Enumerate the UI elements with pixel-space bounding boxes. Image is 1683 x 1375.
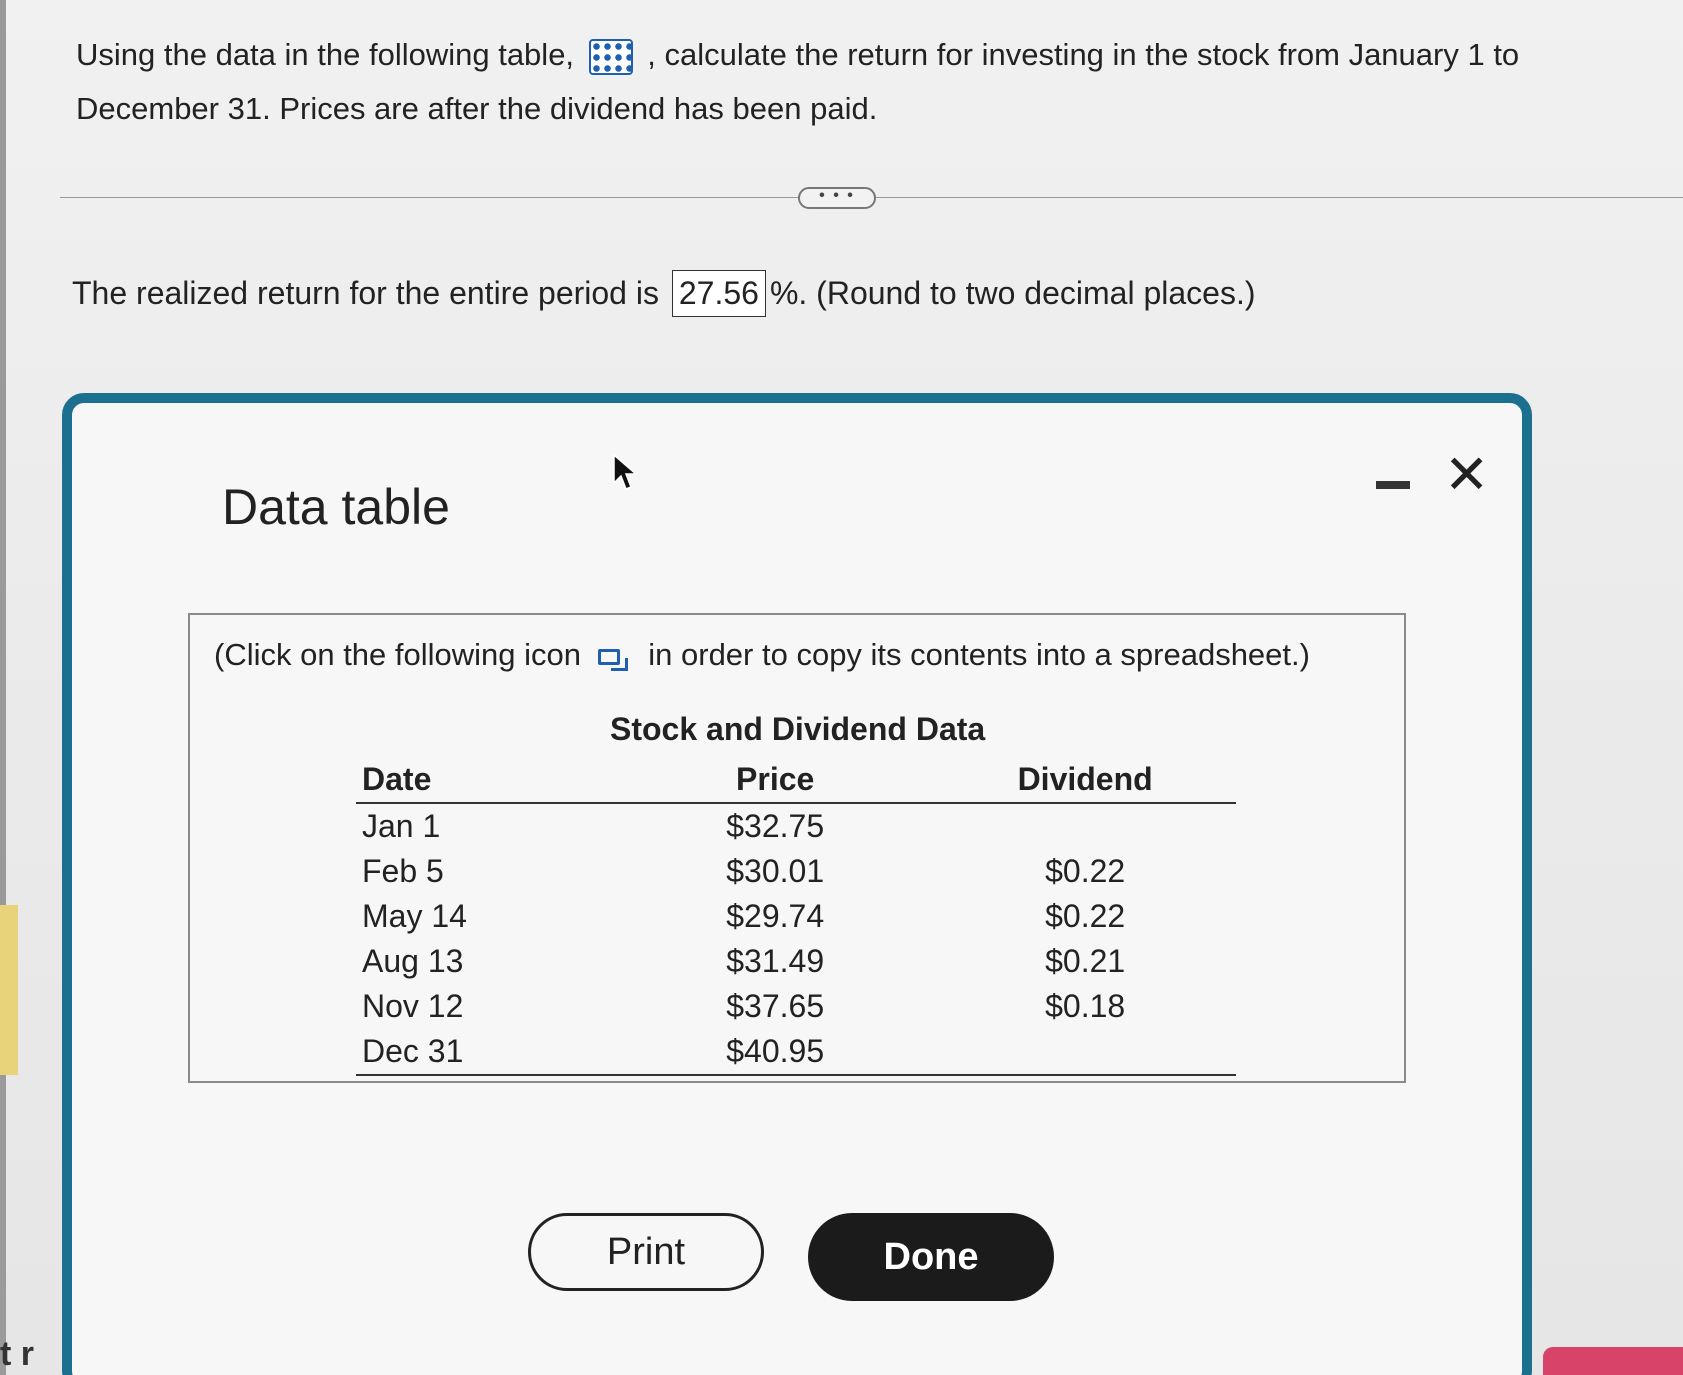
cell-dividend bbox=[934, 803, 1236, 849]
cell-date: Aug 13 bbox=[362, 943, 464, 979]
question-text-part1: Using the data in the following table, bbox=[76, 37, 575, 72]
edge-text: t r bbox=[0, 1335, 34, 1373]
cell-price: $40.95 bbox=[616, 1029, 935, 1076]
cell-price: $31.49 bbox=[726, 943, 825, 979]
done-button[interactable]: Done bbox=[808, 1213, 1054, 1301]
stock-dividend-table: Date Price Dividend Jan 1 $32.75 Feb 5 $… bbox=[356, 755, 1236, 1076]
copy-note-before: (Click on the following icon bbox=[214, 637, 582, 672]
table-caption: Stock and Dividend Data bbox=[610, 711, 986, 747]
cell-dividend bbox=[934, 1029, 1236, 1076]
copy-to-spreadsheet-icon[interactable] bbox=[597, 648, 628, 671]
cell-date: Feb 5 bbox=[362, 853, 444, 889]
mouse-cursor-icon bbox=[613, 453, 638, 490]
answer-line: The realized return for the entire perio… bbox=[72, 270, 1255, 317]
print-button[interactable]: Print bbox=[528, 1213, 764, 1291]
cell-price: $30.01 bbox=[726, 853, 825, 889]
answer-input[interactable]: 27.56 bbox=[671, 270, 766, 317]
cell-price: $29.74 bbox=[726, 898, 825, 934]
data-table-grid-icon[interactable] bbox=[588, 38, 633, 75]
table-row: Jan 1 $32.75 bbox=[356, 803, 1236, 849]
cell-price: $37.65 bbox=[726, 988, 825, 1024]
close-icon[interactable]: ✕ bbox=[1444, 448, 1489, 502]
minimize-icon[interactable] bbox=[1372, 463, 1412, 503]
cell-dividend: $0.18 bbox=[1045, 988, 1126, 1024]
left-window-edge bbox=[0, 0, 6, 1375]
cell-dividend: $0.22 bbox=[1045, 853, 1126, 889]
table-row: Aug 13 $31.49 $0.21 bbox=[356, 939, 1236, 984]
header-date: Date bbox=[356, 755, 617, 804]
table-row: Dec 31 $40.95 bbox=[356, 1029, 1236, 1076]
cell-dividend: $0.22 bbox=[1045, 898, 1126, 934]
copy-note: (Click on the following icon in order to… bbox=[214, 637, 1310, 673]
cell-dividend: $0.21 bbox=[1045, 943, 1126, 979]
header-price: Price bbox=[616, 755, 935, 804]
table-row: Nov 12 $37.65 $0.18 bbox=[356, 984, 1236, 1029]
dialog-title: Data table bbox=[222, 479, 450, 535]
header-dividend: Dividend bbox=[934, 755, 1236, 804]
copy-note-after: in order to copy its contents into a spr… bbox=[648, 637, 1310, 672]
cell-date: May 14 bbox=[362, 898, 467, 934]
answer-suffix: %. (Round to two decimal places.) bbox=[769, 275, 1256, 311]
table-row: May 14 $29.74 $0.22 bbox=[356, 894, 1236, 939]
left-highlight-strip bbox=[0, 905, 18, 1075]
answer-prefix: The realized return for the entire perio… bbox=[72, 275, 659, 311]
expand-more-button[interactable]: • • • bbox=[798, 187, 876, 209]
table-row: Feb 5 $30.01 $0.22 bbox=[356, 849, 1236, 894]
bottom-right-button-edge bbox=[1543, 1347, 1683, 1375]
table-header-row: Date Price Dividend bbox=[356, 755, 1236, 804]
cell-date: Nov 12 bbox=[362, 988, 464, 1024]
cell-price: $32.75 bbox=[726, 808, 825, 844]
cell-date: Dec 31 bbox=[356, 1029, 617, 1076]
cell-date: Jan 1 bbox=[362, 808, 441, 844]
table-panel: (Click on the following icon in order to… bbox=[188, 613, 1406, 1083]
data-table-dialog: Data table ✕ (Click on the following ico… bbox=[62, 393, 1532, 1375]
question-text: Using the data in the following table, ,… bbox=[76, 28, 1636, 136]
page: t r Using the data in the following tabl… bbox=[0, 0, 1683, 1375]
